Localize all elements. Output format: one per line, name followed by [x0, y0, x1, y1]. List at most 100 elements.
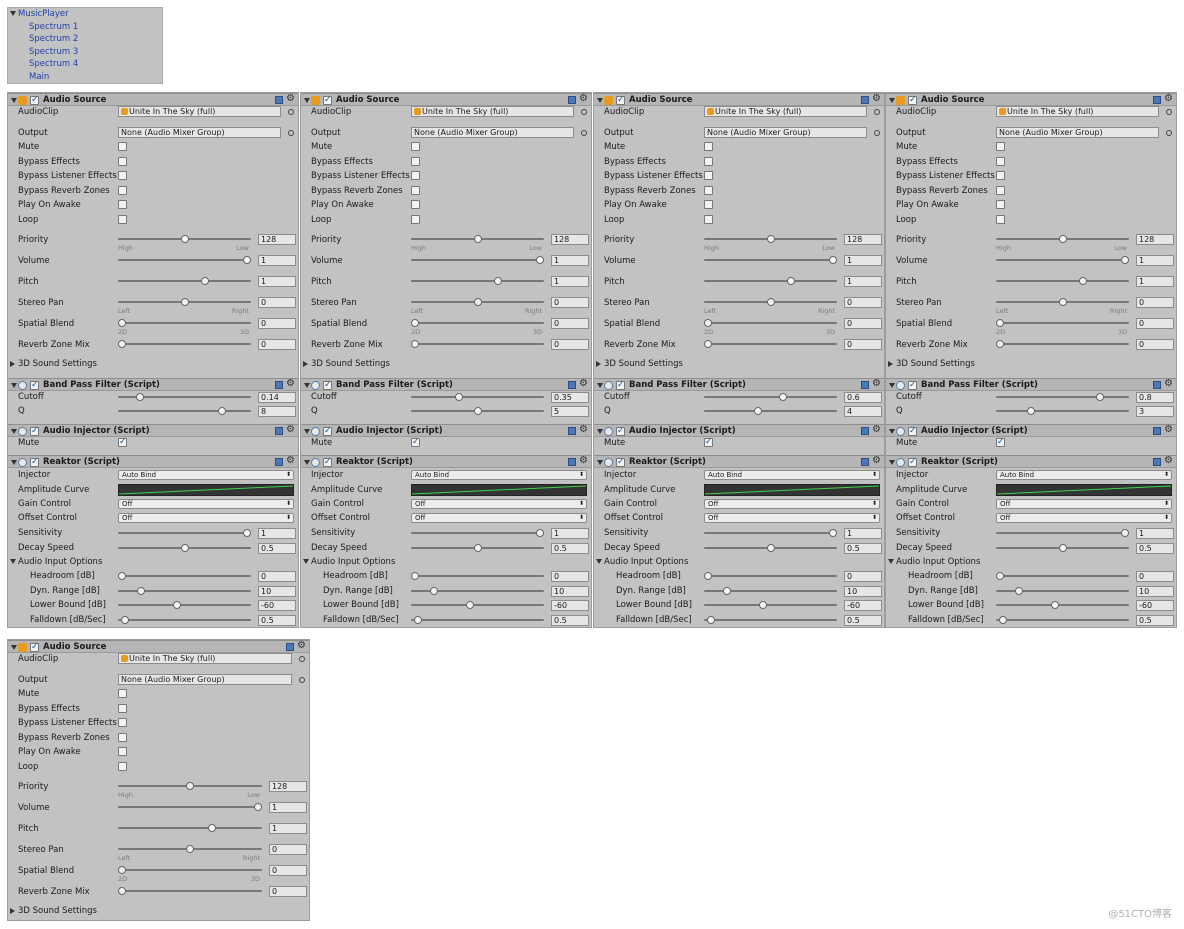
falldown-slider-value-field[interactable]: 0.5 [844, 614, 882, 626]
audio-source-header[interactable]: ✓ Audio Source ⚙ [8, 93, 298, 106]
gear-icon[interactable]: ⚙ [1164, 378, 1173, 390]
audio-injector-header[interactable]: ✓ Audio Injector (Script) ⚙ [8, 424, 298, 437]
injector-dropdown[interactable]: Auto Bind ⬍ [118, 470, 294, 480]
decay-speed-slider-thumb[interactable] [180, 544, 189, 552]
sensitivity-slider-thumb[interactable] [1121, 529, 1129, 537]
reverb-zone-mix-slider-value-field[interactable]: 0 [551, 339, 589, 350]
output-field[interactable]: None (Audio Mixer Group) [996, 127, 1159, 138]
volume-slider-thumb[interactable] [829, 256, 837, 264]
sensitivity-slider-track[interactable] [996, 532, 1129, 534]
spatial-blend-slider-thumb[interactable] [411, 319, 419, 327]
gain-control-dropdown[interactable]: Off ⬍ [996, 499, 1172, 509]
gear-icon[interactable]: ⚙ [286, 378, 295, 390]
pitch-slider-thumb[interactable] [786, 277, 795, 285]
loop-checkbox[interactable] [411, 214, 420, 224]
component-enabled-checkbox[interactable]: ✓ [616, 457, 625, 467]
lower-bound-slider-track[interactable] [411, 604, 544, 606]
reverb-zone-mix-slider-track[interactable] [118, 343, 251, 345]
falldown-slider-track[interactable] [996, 618, 1129, 621]
audio-input-options-foldout[interactable]: Audio Input Options [596, 557, 688, 567]
component-enabled-checkbox[interactable]: ✓ [908, 380, 917, 390]
volume-slider-track[interactable] [411, 259, 544, 261]
mute-checkbox[interactable] [996, 142, 1005, 151]
reaktor-header[interactable]: ✓ Reaktor (Script) ⚙ [594, 455, 884, 468]
object-picker-icon[interactable] [581, 130, 587, 136]
foldout-arrow-icon[interactable] [11, 429, 17, 434]
pitch-slider-track[interactable] [411, 280, 544, 282]
cutoff-slider-thumb[interactable] [454, 393, 463, 401]
lower-bound-slider-track[interactable] [118, 604, 251, 606]
sensitivity-slider-thumb[interactable] [243, 529, 251, 537]
foldout-arrow-icon[interactable] [888, 360, 893, 367]
pitch-slider-track[interactable] [118, 280, 251, 282]
reverb-zone-mix-slider-value-field[interactable]: 0 [1136, 339, 1174, 350]
amplitude-curve-field[interactable] [996, 484, 1172, 496]
dyn-range-slider-thumb[interactable] [136, 586, 145, 595]
bypass-effects-checkbox[interactable] [118, 156, 127, 166]
help-book-icon[interactable] [861, 426, 869, 435]
lower-bound-slider-thumb[interactable] [173, 601, 181, 609]
bypass-reverb-zones-checkbox[interactable] [118, 732, 127, 742]
foldout-arrow-icon[interactable] [597, 460, 603, 465]
mute-checkbox[interactable] [704, 142, 713, 151]
stereo-pan-slider-value-field[interactable]: 0 [551, 297, 589, 308]
band-pass-filter-header[interactable]: ✓ Band Pass Filter (Script) ⚙ [886, 378, 1176, 391]
sensitivity-slider-value-field[interactable]: 1 [1136, 528, 1174, 539]
volume-slider-track[interactable] [118, 806, 262, 808]
help-book-icon[interactable] [568, 457, 576, 466]
sensitivity-slider-track[interactable] [411, 532, 544, 534]
spatial-blend-slider-thumb[interactable] [118, 319, 126, 327]
cutoff-slider-track[interactable] [411, 396, 544, 398]
headroom-slider-thumb[interactable] [411, 572, 419, 580]
cutoff-slider-value-field[interactable]: 0.35 [551, 392, 589, 403]
gear-icon[interactable]: ⚙ [286, 424, 295, 436]
injector-dropdown[interactable]: Auto Bind ⬍ [996, 470, 1172, 480]
3d-sound-settings-foldout[interactable]: 3D Sound Settings [303, 359, 390, 369]
priority-slider-thumb[interactable] [473, 235, 482, 243]
q-slider-thumb[interactable] [754, 407, 762, 415]
priority-slider-thumb[interactable] [766, 235, 775, 243]
hierarchy-item-musicplayer[interactable]: MusicPlayer [8, 8, 162, 21]
headroom-slider-thumb[interactable] [996, 572, 1004, 580]
cutoff-slider-track[interactable] [704, 396, 837, 398]
play-on-awake-checkbox[interactable] [118, 200, 127, 209]
reaktor-header[interactable]: ✓ Reaktor (Script) ⚙ [301, 455, 591, 468]
lower-bound-slider-track[interactable] [704, 604, 837, 606]
lower-bound-slider-thumb[interactable] [466, 601, 474, 609]
help-book-icon[interactable] [1153, 380, 1161, 389]
spatial-blend-slider-thumb[interactable] [118, 866, 126, 874]
component-enabled-checkbox[interactable]: ✓ [323, 95, 332, 105]
priority-slider-value-field[interactable]: 128 [1136, 234, 1174, 245]
pitch-slider-thumb[interactable] [493, 277, 502, 285]
foldout-arrow-icon[interactable] [889, 383, 895, 388]
foldout-arrow-icon[interactable] [597, 383, 603, 388]
stereo-pan-slider-value-field[interactable]: 0 [269, 844, 307, 855]
stereo-pan-slider-thumb[interactable] [186, 845, 194, 853]
offset-control-dropdown[interactable]: Off ⬍ [118, 513, 294, 523]
falldown-slider-track[interactable] [411, 618, 544, 621]
stereo-pan-slider-value-field[interactable]: 0 [844, 297, 882, 308]
object-picker-icon[interactable] [1166, 109, 1172, 115]
help-book-icon[interactable] [275, 95, 283, 104]
priority-slider-thumb[interactable] [180, 235, 189, 243]
spatial-blend-slider-track[interactable] [704, 322, 837, 324]
volume-slider-thumb[interactable] [536, 256, 544, 264]
amplitude-curve-field[interactable] [411, 484, 587, 496]
object-picker-icon[interactable] [288, 130, 294, 136]
stereo-pan-slider-thumb[interactable] [180, 298, 189, 306]
audio-input-options-foldout[interactable]: Audio Input Options [888, 557, 980, 567]
bypass-listener-effects-checkbox[interactable] [118, 171, 127, 180]
cutoff-slider-track[interactable] [996, 396, 1129, 398]
object-picker-icon[interactable] [288, 109, 294, 115]
cutoff-slider-thumb[interactable] [1096, 393, 1104, 401]
help-book-icon[interactable] [861, 380, 869, 389]
spatial-blend-slider-value-field[interactable]: 0 [258, 318, 296, 329]
foldout-arrow-icon[interactable] [889, 460, 895, 465]
priority-slider-thumb[interactable] [186, 782, 194, 790]
stereo-pan-slider-thumb[interactable] [1058, 298, 1067, 306]
falldown-slider-thumb[interactable] [413, 615, 422, 624]
sensitivity-slider-value-field[interactable]: 1 [258, 528, 296, 539]
headroom-slider-track[interactable] [704, 575, 837, 577]
decay-speed-slider-thumb[interactable] [766, 544, 775, 552]
spatial-blend-slider-track[interactable] [411, 322, 544, 324]
